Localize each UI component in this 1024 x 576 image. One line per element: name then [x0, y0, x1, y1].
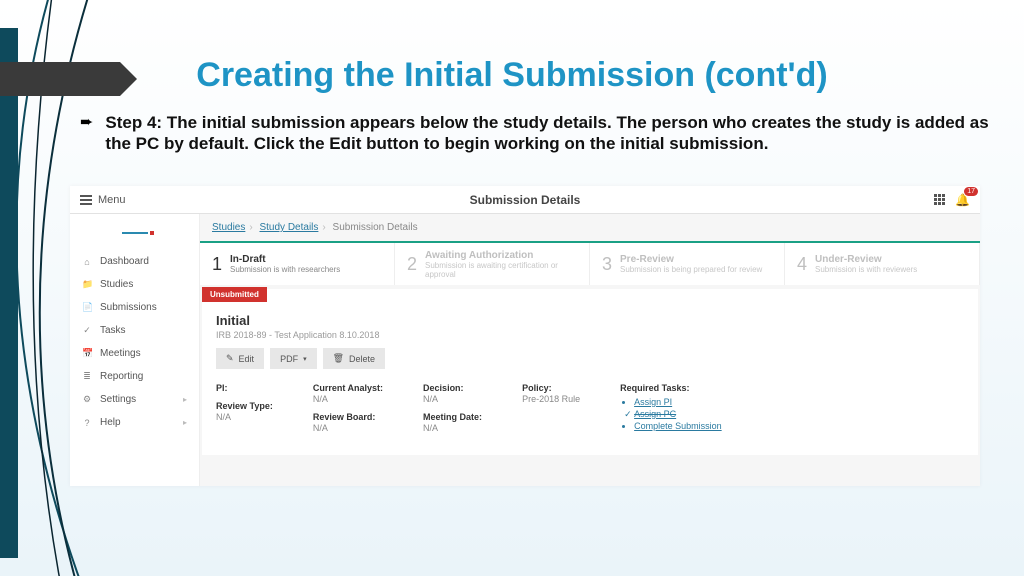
bullet-text: Step 4: The initial submission appears b… — [105, 112, 994, 155]
edit-button[interactable]: ✎Edit — [216, 348, 264, 369]
value-review-board: N/A — [313, 423, 383, 433]
crumb-current: Submission Details — [333, 222, 418, 233]
status-badge: Unsubmitted — [202, 287, 267, 302]
bullet-arrow-icon: ➨ — [80, 112, 93, 155]
crumb-study-details[interactable]: Study Details — [259, 222, 318, 233]
task-assign-pi[interactable]: Assign PI — [634, 397, 722, 407]
submission-card: Unsubmitted Initial IRB 2018-89 - Test A… — [202, 289, 978, 455]
main-panel: Studies› Study Details› Submission Detai… — [200, 214, 980, 486]
label-analyst: Current Analyst: — [313, 383, 383, 393]
help-icon: ? — [82, 418, 92, 428]
app-screenshot: Menu Submission Details 🔔17 ⌂Dashboard 📁… — [70, 186, 980, 486]
chevron-right-icon: ▸ — [183, 395, 187, 404]
step-pre-review[interactable]: 3 Pre-ReviewSubmission is being prepared… — [590, 243, 785, 285]
value-decision: N/A — [423, 394, 482, 404]
details-grid: PI: Review Type: N/A Current Analyst: N/… — [216, 383, 964, 441]
chevron-right-icon: ▸ — [183, 418, 187, 427]
value-review-type: N/A — [216, 412, 273, 422]
step-awaiting-auth[interactable]: 2 Awaiting AuthorizationSubmission is aw… — [395, 243, 590, 285]
label-decision: Decision: — [423, 383, 482, 393]
file-icon: 📄 — [82, 302, 92, 313]
nav-submissions[interactable]: 📄Submissions — [70, 296, 199, 319]
hamburger-icon — [80, 195, 92, 205]
brand-logo — [70, 224, 199, 242]
value-analyst: N/A — [313, 394, 383, 404]
pdf-button[interactable]: PDF▾ — [270, 348, 317, 369]
submission-title: Initial — [216, 313, 964, 328]
task-complete-submission[interactable]: Complete Submission — [634, 421, 722, 431]
app-topbar: Menu Submission Details 🔔17 — [70, 186, 980, 214]
required-tasks-heading: Required Tasks: — [620, 383, 722, 393]
home-icon: ⌂ — [82, 257, 92, 267]
workflow-stepper: 1 In-DraftSubmission is with researchers… — [200, 241, 980, 285]
gear-icon: ⚙ — [82, 394, 92, 405]
label-review-type: Review Type: — [216, 401, 273, 411]
breadcrumb: Studies› Study Details› Submission Detai… — [200, 214, 980, 241]
calendar-icon: 📅 — [82, 348, 92, 359]
required-tasks: Required Tasks: Assign PI Assign PC Comp… — [620, 383, 722, 441]
submission-subtitle: IRB 2018-89 - Test Application 8.10.2018 — [216, 330, 964, 340]
apps-grid-icon[interactable] — [934, 194, 945, 205]
value-policy: Pre-2018 Rule — [522, 394, 580, 404]
check-icon: ✓ — [82, 325, 92, 336]
label-pi: PI: — [216, 383, 273, 393]
nav-tasks[interactable]: ✓Tasks — [70, 319, 199, 342]
nav-help[interactable]: ?Help▸ — [70, 411, 199, 434]
report-icon: ≣ — [82, 371, 92, 382]
nav-dashboard[interactable]: ⌂Dashboard — [70, 250, 199, 273]
trash-icon: 🗑 — [333, 353, 344, 364]
nav-settings[interactable]: ⚙Settings▸ — [70, 388, 199, 411]
nav-studies[interactable]: 📁Studies — [70, 273, 199, 296]
left-nav: ⌂Dashboard 📁Studies 📄Submissions ✓Tasks … — [70, 214, 200, 486]
folder-icon: 📁 — [82, 279, 92, 290]
value-meeting-date: N/A — [423, 423, 482, 433]
notifications-icon[interactable]: 🔔17 — [955, 193, 970, 207]
label-review-board: Review Board: — [313, 412, 383, 422]
notification-badge: 17 — [964, 187, 978, 196]
label-policy: Policy: — [522, 383, 580, 393]
page-header-title: Submission Details — [70, 193, 980, 207]
pencil-icon: ✎ — [226, 353, 234, 364]
step-under-review[interactable]: 4 Under-ReviewSubmission is with reviewe… — [785, 243, 980, 285]
caret-down-icon: ▾ — [303, 355, 307, 363]
slide-accent-bar — [0, 28, 18, 558]
slide-title: Creating the Initial Submission (cont'd) — [0, 56, 1024, 95]
menu-button[interactable]: Menu — [80, 194, 126, 206]
delete-button[interactable]: 🗑Delete — [323, 348, 385, 369]
menu-label: Menu — [98, 194, 126, 206]
bullet-line: ➨ Step 4: The initial submission appears… — [80, 112, 994, 155]
nav-meetings[interactable]: 📅Meetings — [70, 342, 199, 365]
step-in-draft[interactable]: 1 In-DraftSubmission is with researchers — [200, 243, 395, 285]
nav-reporting[interactable]: ≣Reporting — [70, 365, 199, 388]
task-assign-pc[interactable]: Assign PC — [634, 409, 722, 419]
label-meeting-date: Meeting Date: — [423, 412, 482, 422]
crumb-studies[interactable]: Studies — [212, 222, 245, 233]
